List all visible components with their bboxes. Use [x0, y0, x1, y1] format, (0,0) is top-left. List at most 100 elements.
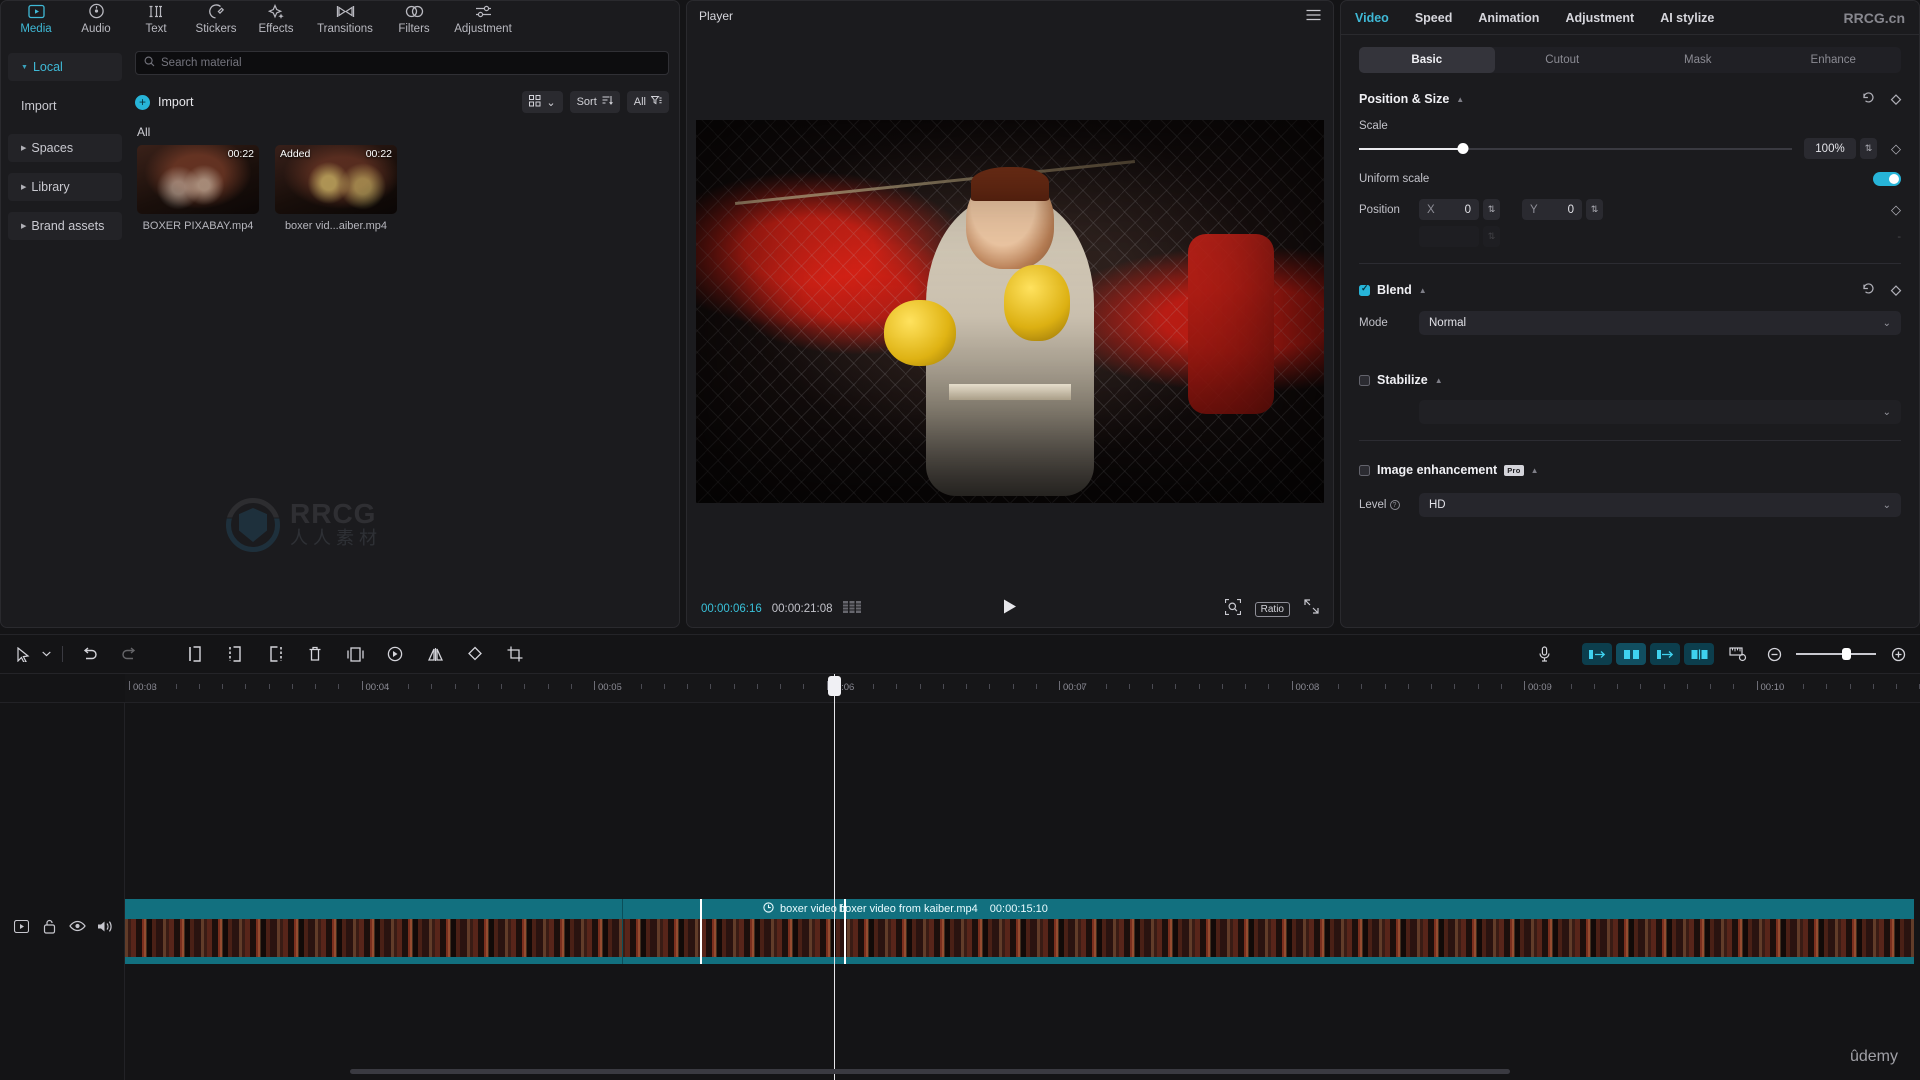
level-select[interactable]: HD ⌄ — [1419, 493, 1901, 517]
crop-button[interactable] — [495, 639, 535, 669]
help-icon[interactable]: ? — [1389, 500, 1400, 510]
select-dropdown-button[interactable] — [36, 639, 56, 669]
delete-button[interactable] — [295, 639, 335, 669]
clip-filmstrip[interactable] — [125, 919, 1914, 957]
stabilize-checkbox[interactable] — [1359, 374, 1370, 386]
scale-value-input[interactable]: 100% — [1804, 138, 1856, 159]
marker-button[interactable] — [1718, 639, 1758, 669]
timeline-ruler[interactable]: 00:03 00:04 00:05 00:06 00:07 00:08 00:09 00:10 — [0, 673, 1920, 704]
zoom-preview-icon[interactable] — [1224, 598, 1241, 620]
reset-icon[interactable] — [1862, 282, 1875, 298]
nav-tab-adjustment[interactable]: Adjustment — [445, 1, 521, 35]
image-enhancement-checkbox[interactable] — [1359, 464, 1370, 476]
sidebar-item-local[interactable]: ▼ Local — [8, 53, 122, 81]
position-keyframe-icon[interactable]: ◇ — [1891, 202, 1901, 218]
tab-speed[interactable]: Speed — [1415, 11, 1453, 25]
nav-tab-media[interactable]: Media — [7, 1, 65, 35]
nav-tab-audio[interactable]: Audio — [67, 1, 125, 35]
select-tool-button[interactable] — [10, 639, 36, 669]
scale-slider[interactable] — [1359, 142, 1792, 156]
auto-cut-right-button[interactable] — [1650, 643, 1680, 665]
import-button[interactable]: + Import — [135, 94, 194, 110]
media-item-1[interactable]: Added 00:22 boxer vid...aiber.mp4 — [275, 145, 397, 232]
playhead-cap[interactable] — [827, 676, 841, 696]
collapse-caret-icon[interactable]: ▲ — [1419, 286, 1427, 295]
search-input[interactable] — [161, 57, 660, 69]
track-visibility-toggle[interactable] — [68, 917, 86, 935]
filter-button[interactable]: All — [626, 91, 669, 113]
split-marker-button[interactable] — [1684, 643, 1714, 665]
keyframe-icon[interactable]: ◇ — [1891, 91, 1901, 107]
zoom-slider[interactable] — [1796, 647, 1876, 661]
rotate-stepper[interactable]: ⇅ — [1483, 226, 1500, 247]
nav-tab-text[interactable]: Text — [127, 1, 185, 35]
play-button[interactable] — [1002, 598, 1018, 620]
collapse-caret-icon[interactable]: ▲ — [1531, 466, 1539, 475]
split-button[interactable] — [215, 639, 255, 669]
sidebar-item-import[interactable]: Import — [8, 92, 122, 120]
clip-boundary — [622, 899, 623, 964]
auto-cut-center-button[interactable] — [1616, 643, 1646, 665]
sidebar-item-library[interactable]: ▶ Library — [8, 173, 122, 201]
search-bar[interactable] — [135, 51, 669, 75]
nav-tab-transitions[interactable]: Transitions — [307, 1, 383, 35]
sort-button[interactable]: Sort — [569, 91, 620, 113]
position-x-stepper[interactable]: ⇅ — [1483, 199, 1500, 220]
keyframe-icon[interactable]: ◇ — [1891, 282, 1901, 298]
subtab-basic[interactable]: Basic — [1359, 47, 1495, 73]
blend-checkbox[interactable] — [1359, 283, 1370, 296]
nav-tab-stickers[interactable]: Stickers — [187, 1, 245, 35]
ratio-button[interactable]: Ratio — [1254, 601, 1290, 617]
fullscreen-icon[interactable] — [1304, 599, 1319, 619]
nav-tab-effects[interactable]: Effects — [247, 1, 305, 35]
position-y-input[interactable]: Y 0 — [1522, 199, 1582, 220]
track-lock-toggle[interactable] — [40, 917, 58, 935]
video-preview[interactable] — [696, 119, 1324, 503]
track-thumb-toggle[interactable] — [12, 917, 30, 935]
position-x-input[interactable]: X 0 — [1419, 199, 1479, 220]
ruler-tick-minor — [1779, 684, 1781, 689]
clip-header[interactable]: boxer video fr boxer video from kaiber.m… — [125, 899, 1914, 919]
collapse-caret-icon[interactable]: ▲ — [1435, 376, 1443, 385]
split-right-button[interactable] — [255, 639, 295, 669]
ruler-tick-minor — [663, 684, 665, 689]
collapse-caret-icon[interactable]: ▲ — [1456, 95, 1464, 104]
scale-stepper[interactable]: ⇅ — [1860, 138, 1877, 159]
track-mute-toggle[interactable] — [96, 917, 114, 935]
media-item-0[interactable]: 00:22 BOXER PIXABAY.mp4 — [137, 145, 259, 232]
sidebar-item-brand-assets[interactable]: ▶ Brand assets — [8, 212, 122, 240]
subtab-mask[interactable]: Mask — [1630, 47, 1766, 73]
view-mode-button[interactable]: ⌄ — [522, 91, 563, 113]
rotate-button[interactable] — [455, 639, 495, 669]
scale-keyframe-icon[interactable]: ◇ — [1891, 141, 1901, 157]
tab-ai-stylize[interactable]: AI stylize — [1660, 11, 1714, 25]
stabilize-select[interactable]: ⌄ — [1419, 400, 1901, 424]
import-label: Import — [158, 95, 194, 109]
position-y-stepper[interactable]: ⇅ — [1586, 199, 1603, 220]
reset-icon[interactable] — [1862, 91, 1875, 107]
auto-cut-left-button[interactable] — [1582, 643, 1612, 665]
split-left-button[interactable] — [175, 639, 215, 669]
timeline-horizontal-scrollbar[interactable] — [350, 1069, 1510, 1074]
tab-animation[interactable]: Animation — [1478, 11, 1539, 25]
zoom-out-button[interactable] — [1762, 639, 1786, 669]
rotate-input[interactable] — [1419, 226, 1479, 247]
freeze-frame-button[interactable] — [335, 639, 375, 669]
record-voiceover-button[interactable] — [1524, 639, 1564, 669]
redo-button[interactable] — [109, 639, 149, 669]
reverse-button[interactable] — [375, 639, 415, 669]
player-grid-icon[interactable] — [842, 600, 861, 618]
tab-video[interactable]: Video — [1355, 11, 1389, 25]
tab-adjustment[interactable]: Adjustment — [1565, 11, 1634, 25]
sidebar-item-spaces[interactable]: ▶ Spaces — [8, 134, 122, 162]
nav-tab-filters[interactable]: Filters — [385, 1, 443, 35]
fit-timeline-button[interactable] — [1886, 639, 1910, 669]
mirror-button[interactable] — [415, 639, 455, 669]
subtab-cutout[interactable]: Cutout — [1495, 47, 1631, 73]
playhead-handle[interactable] — [827, 674, 841, 704]
undo-button[interactable] — [69, 639, 109, 669]
uniform-scale-toggle[interactable] — [1873, 172, 1901, 186]
hamburger-menu-icon[interactable] — [1306, 9, 1321, 24]
blend-mode-select[interactable]: Normal ⌄ — [1419, 311, 1901, 335]
subtab-enhance[interactable]: Enhance — [1766, 47, 1902, 73]
